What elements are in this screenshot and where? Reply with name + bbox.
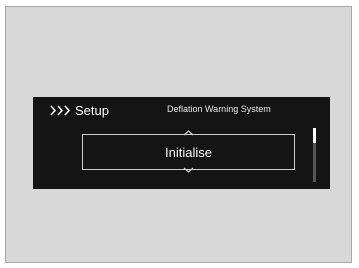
scrollbar-thumb[interactable]: [313, 128, 316, 143]
breadcrumb-label: Setup: [75, 102, 109, 118]
triple-chevron-right-icon: [50, 105, 72, 116]
scrollbar[interactable]: [313, 128, 316, 182]
display-screen: Setup Deflation Warning System Initialis…: [33, 97, 330, 189]
figure-frame: Setup Deflation Warning System Initialis…: [5, 6, 352, 263]
option-selector[interactable]: Initialise: [82, 134, 295, 170]
selected-option-label: Initialise: [165, 144, 212, 160]
chevron-down-icon[interactable]: [183, 167, 194, 173]
screen-title: Deflation Warning System: [167, 104, 271, 114]
breadcrumb[interactable]: Setup: [50, 100, 109, 120]
